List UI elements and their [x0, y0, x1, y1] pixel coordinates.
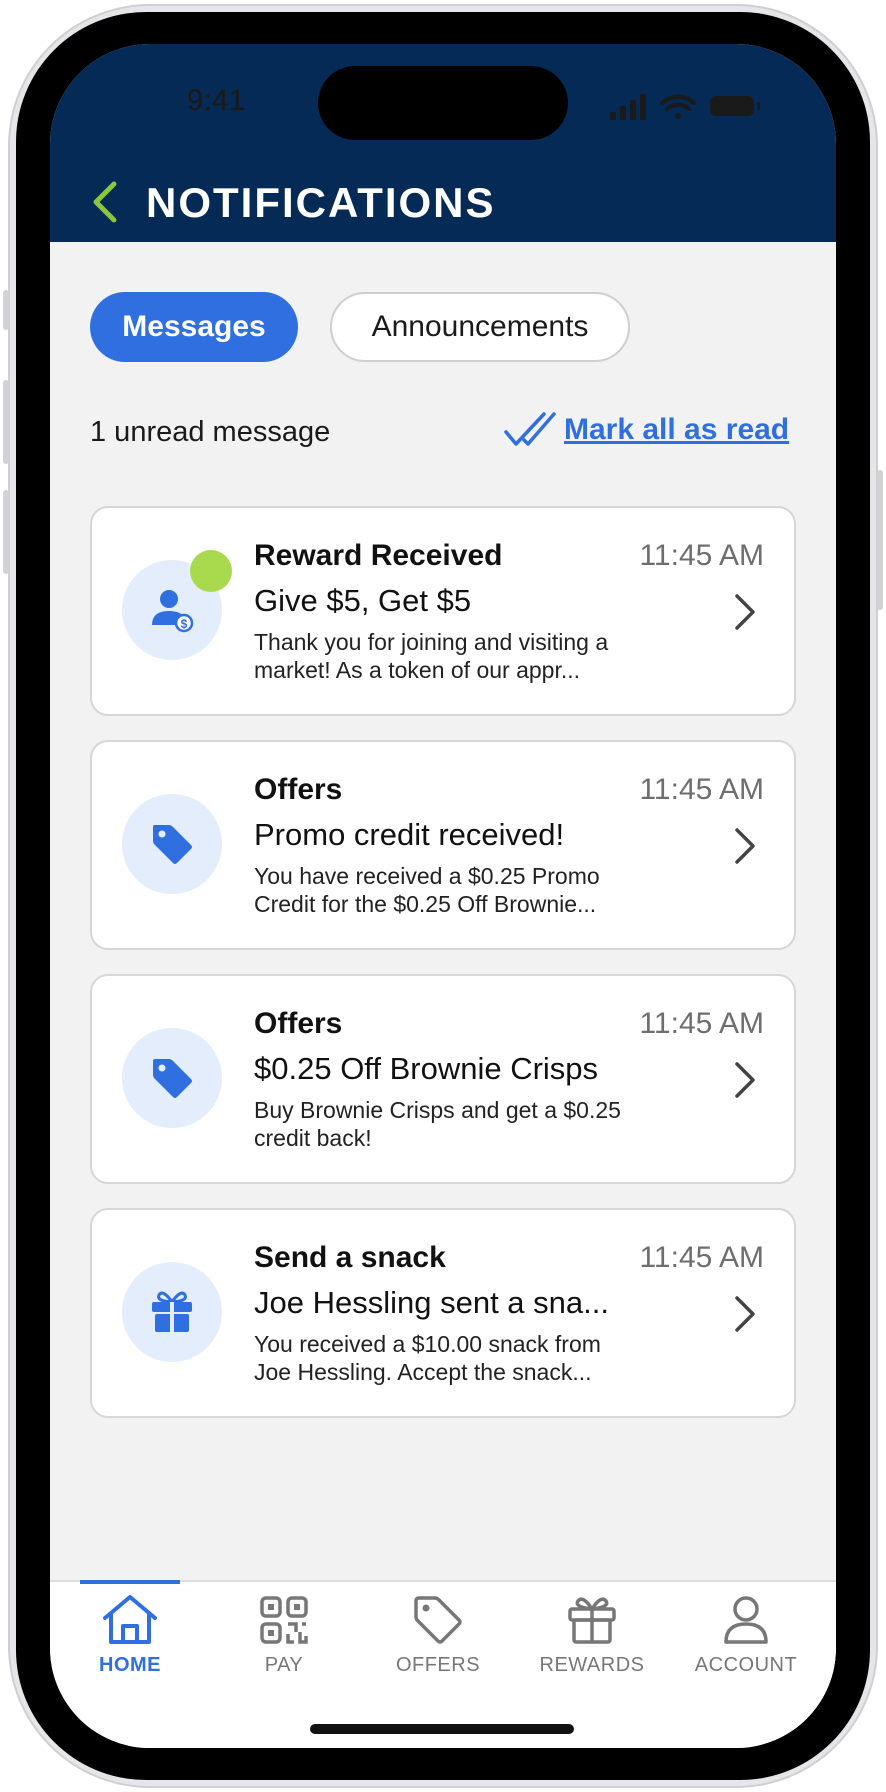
- signal-icon: [610, 94, 646, 120]
- tag-icon: [414, 1596, 462, 1644]
- notification-icon-badge: [122, 1028, 222, 1128]
- notification-body: You received a $10.00 snack from Joe Hes…: [254, 1331, 601, 1385]
- notification-body: Buy Brownie Crisps and get a $0.25 credi…: [254, 1097, 621, 1151]
- side-button: [3, 490, 9, 574]
- chevron-right-icon: [735, 594, 755, 630]
- gift-icon: [568, 1597, 616, 1644]
- nav-account[interactable]: ACCOUNT: [681, 1592, 811, 1692]
- notification-card[interactable]: $ Reward Received 11:45 AM Give $5, Get …: [90, 506, 796, 716]
- back-chevron-icon[interactable]: [88, 178, 122, 226]
- nav-rewards[interactable]: REWARDS: [527, 1592, 657, 1692]
- gift-icon: [152, 1291, 192, 1332]
- nav-label: ACCOUNT: [694, 1654, 798, 1676]
- mark-all-read-label[interactable]: Mark all as read: [564, 413, 789, 447]
- chevron-right-icon: [735, 828, 755, 864]
- qr-code-icon: [260, 1596, 308, 1644]
- notification-icon-badge: [122, 794, 222, 894]
- nav-label: PAY: [264, 1654, 304, 1676]
- status-icons: [610, 94, 760, 120]
- tag-icon: [153, 1059, 192, 1098]
- nav-active-indicator: [80, 1580, 180, 1584]
- tab-messages[interactable]: Messages: [90, 292, 298, 362]
- chevron-right-icon: [735, 1062, 755, 1098]
- unread-count-text: 1 unread message: [90, 416, 331, 448]
- notification-category: Offers: [254, 1007, 343, 1040]
- notification-title: Promo credit received!: [254, 817, 565, 852]
- mark-all-read-link[interactable]: Mark all as read: [502, 408, 789, 452]
- notification-icon-badge: [122, 1262, 222, 1362]
- chevron-right-icon: [735, 1296, 755, 1332]
- app-header: 9:41 NOTIFICATIONS: [50, 44, 836, 242]
- status-time: 9:41: [186, 84, 246, 117]
- notification-card[interactable]: Offers 11:45 AM Promo credit received! Y…: [90, 740, 796, 950]
- nav-offers[interactable]: OFFERS: [373, 1592, 503, 1692]
- notification-time: 11:45 AM: [639, 1241, 764, 1274]
- nav-label: OFFERS: [395, 1654, 481, 1676]
- wifi-icon: [660, 94, 696, 119]
- notification-body: Thank you for joining and visiting a mar…: [254, 629, 609, 683]
- notification-time: 11:45 AM: [639, 539, 764, 572]
- tag-icon: [153, 825, 192, 864]
- notification-category: Send a snack: [254, 1241, 446, 1274]
- person-icon: [724, 1596, 768, 1644]
- bottom-nav: HOME PAY OFFERS REWARDS ACCOUNT: [50, 1580, 836, 1748]
- page-title: NOTIFICATIONS: [146, 179, 496, 226]
- dynamic-island: [318, 66, 568, 140]
- home-icon: [103, 1595, 157, 1644]
- notification-title: $0.25 Off Brownie Crisps: [254, 1051, 599, 1086]
- side-button: [877, 470, 883, 610]
- battery-icon: [710, 96, 760, 116]
- user-dollar-icon: $: [152, 590, 194, 633]
- side-button: [3, 290, 9, 330]
- nav-label: HOME: [99, 1654, 161, 1676]
- tab-announcements[interactable]: Announcements: [330, 292, 630, 362]
- notification-category: Offers: [254, 773, 343, 806]
- side-button: [3, 380, 9, 464]
- unread-indicator-dot: [190, 550, 232, 592]
- phone-screen: 9:41 NOTIFICATIONS Messages Announcement…: [50, 44, 836, 1748]
- notification-title: Give $5, Get $5: [254, 583, 472, 618]
- nav-label: REWARDS: [539, 1654, 645, 1676]
- nav-pay[interactable]: PAY: [219, 1592, 349, 1692]
- notification-card[interactable]: Offers 11:45 AM $0.25 Off Brownie Crisps…: [90, 974, 796, 1184]
- notification-body: You have received a $0.25 Promo Credit f…: [254, 863, 600, 917]
- notification-card[interactable]: Send a snack 11:45 AM Joe Hessling sent …: [90, 1208, 796, 1418]
- notification-time: 11:45 AM: [639, 1007, 764, 1040]
- double-check-icon: [504, 412, 556, 446]
- notification-category: Reward Received: [254, 539, 503, 572]
- home-indicator: [310, 1724, 574, 1734]
- svg-text:$: $: [181, 617, 188, 631]
- notification-time: 11:45 AM: [639, 773, 764, 806]
- nav-home[interactable]: HOME: [65, 1592, 195, 1692]
- notification-title: Joe Hessling sent a sna...: [254, 1285, 609, 1320]
